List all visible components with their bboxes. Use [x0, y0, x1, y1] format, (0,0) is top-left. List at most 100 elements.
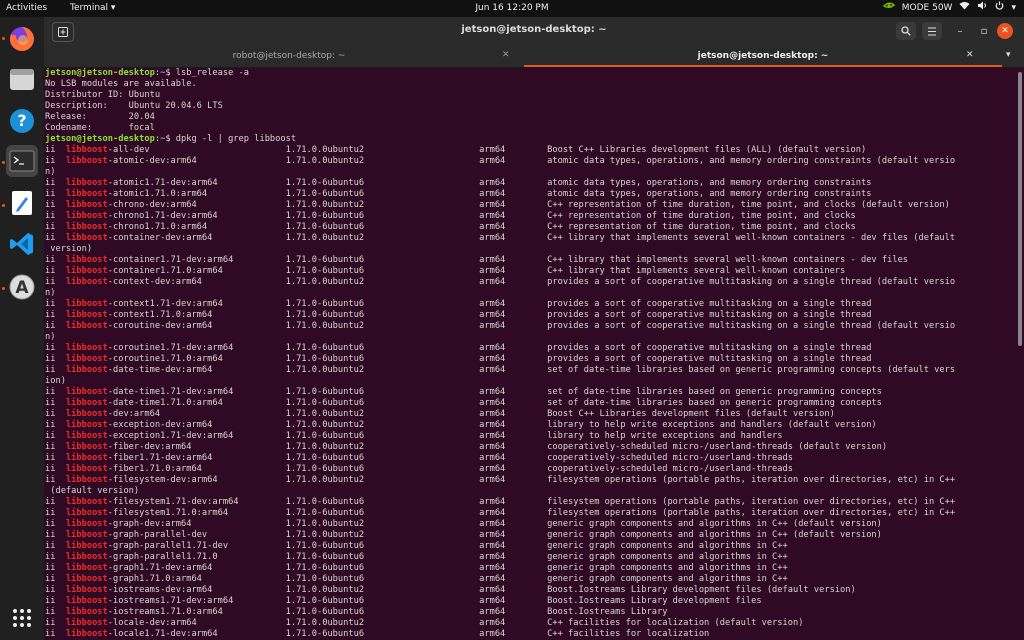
package-row: ii libboost-context-dev:arm64 1.71.0.0ub…: [45, 277, 956, 287]
system-tray[interactable]: MODE 50W ▾: [882, 0, 1016, 17]
package-prefix: libboost: [65, 409, 108, 419]
firefox-icon[interactable]: [6, 23, 38, 55]
package-name: -container1.71.0:arm64: [107, 266, 286, 276]
package-row-wrap: n): [44, 332, 1020, 343]
command-text: dpkg -l | grep libboost: [170, 134, 297, 144]
wifi-icon: [959, 0, 970, 17]
output-line: Codename: focal: [44, 123, 1020, 134]
package-version: 1.71.0.0ubuntu2: [285, 233, 480, 243]
package-prefix: libboost: [65, 596, 108, 606]
maximize-button[interactable]: ▫: [974, 22, 994, 40]
package-version: 1.71.0-6ubuntu6: [285, 222, 480, 232]
package-prefix: libboost: [65, 222, 108, 232]
package-arch: arm64: [479, 420, 548, 430]
show-applications-icon[interactable]: [6, 602, 38, 634]
prompt-path: ~: [160, 68, 166, 78]
package-prefix: libboost: [65, 541, 108, 551]
output-text: No LSB modules are available.: [45, 79, 197, 89]
output-line: No LSB modules are available.: [44, 79, 1020, 90]
clock[interactable]: Jun 16 12:20 PM: [475, 3, 548, 13]
search-button[interactable]: [896, 22, 916, 40]
package-desc: atomic data types, operations, and memor…: [547, 156, 956, 166]
header-bar: jetson@jetson-desktop: ~ – ▫ ✕: [44, 17, 1024, 45]
package-row: ii libboost-date-time1.71.0:arm64 1.71.0…: [45, 398, 882, 408]
files-icon[interactable]: [6, 63, 38, 95]
package-row: ii libboost-chrono1.71-dev:arm64 1.71.0-…: [45, 211, 856, 221]
package-prefix: libboost: [65, 530, 108, 540]
close-button[interactable]: ✕: [997, 23, 1013, 39]
package-version: 1.71.0-6ubuntu6: [285, 464, 480, 474]
package-version: 1.71.0-6ubuntu6: [285, 266, 480, 276]
prompt-user: jetson@jetson-desktop: [45, 134, 155, 144]
help-icon[interactable]: ?: [6, 105, 38, 137]
package-row-wrap: ion): [44, 376, 1020, 387]
package-version: 1.71.0-6ubuntu6: [285, 596, 480, 606]
minimize-button[interactable]: –: [950, 22, 970, 40]
package-arch: arm64: [479, 178, 548, 188]
output-text: Description: Ubuntu 20.04.6 LTS: [45, 101, 223, 111]
software-updater-icon[interactable]: A: [6, 271, 38, 303]
package-desc: generic graph components and algorithms …: [547, 574, 788, 584]
package-prefix: libboost: [65, 200, 108, 210]
package-row: ii libboost-locale-dev:arm64 1.71.0.0ubu…: [45, 618, 804, 628]
chevron-down-icon: ▾: [1011, 3, 1016, 13]
package-arch: arm64: [479, 409, 548, 419]
nvidia-icon: [882, 0, 895, 17]
package-name: -container1.71-dev:arm64: [107, 255, 286, 265]
tab-label: jetson@jetson-desktop: ~: [697, 51, 829, 61]
package-prefix: libboost: [65, 574, 108, 584]
package-prefix: libboost: [65, 497, 108, 507]
tabs-menu-icon[interactable]: ▾: [1006, 50, 1011, 60]
vscode-icon[interactable]: [6, 228, 38, 260]
scrollbar[interactable]: [1018, 72, 1022, 346]
package-arch: arm64: [479, 266, 548, 276]
package-name: -fiber-dev:arm64: [107, 442, 286, 452]
power-mode-label[interactable]: MODE 50W: [902, 0, 953, 17]
package-arch: arm64: [479, 200, 548, 210]
package-prefix: libboost: [65, 552, 108, 562]
package-version: 1.71.0-6ubuntu6: [285, 541, 480, 551]
package-version: 1.71.0-6ubuntu6: [285, 431, 480, 441]
package-prefix: libboost: [65, 343, 108, 353]
package-row: ii libboost-exception-dev:arm64 1.71.0.0…: [45, 420, 877, 430]
package-desc-wrap: ion): [45, 376, 66, 386]
package-name: -filesystem1.71-dev:arm64: [107, 497, 286, 507]
text-editor-icon[interactable]: [6, 187, 38, 219]
package-name: -date-time1.71-dev:arm64: [107, 387, 286, 397]
package-prefix: libboost: [65, 508, 108, 518]
package-version: 1.71.0-6ubuntu6: [285, 497, 480, 507]
package-arch: arm64: [479, 255, 548, 265]
output-text: Distributor ID: Ubuntu: [45, 90, 161, 100]
terminal-window: jetson@jetson-desktop: ~ – ▫ ✕ robot@jet…: [44, 17, 1024, 640]
package-row: ii libboost-graph-parallel-dev 1.71.0.0u…: [45, 530, 882, 540]
tab-close-icon[interactable]: ✕: [966, 50, 974, 60]
menu-button[interactable]: [922, 22, 942, 40]
package-row: ii libboost-chrono1.71.0:arm64 1.71.0-6u…: [45, 222, 856, 232]
package-version: 1.71.0-6ubuntu6: [285, 574, 480, 584]
command-text: lsb_release -a: [170, 68, 250, 78]
package-row: ii libboost-coroutine-dev:arm64 1.71.0.0…: [45, 321, 956, 331]
package-prefix: libboost: [65, 431, 108, 441]
package-arch: arm64: [479, 310, 548, 320]
terminal-icon[interactable]: [6, 145, 38, 177]
terminal-output[interactable]: jetson@jetson-desktop:~$ lsb_release -a N…: [44, 68, 1020, 640]
tab-jetson[interactable]: jetson@jetson-desktop: ~: [524, 45, 1002, 67]
package-arch: arm64: [479, 442, 548, 452]
package-desc: library to help write exceptions and han…: [547, 420, 877, 430]
package-arch: arm64: [479, 508, 548, 518]
package-name: -graph-parallel1.71.0: [107, 552, 286, 562]
running-indicator: [2, 287, 5, 290]
package-prefix: libboost: [65, 277, 108, 287]
package-desc: atomic data types, operations, and memor…: [547, 178, 872, 188]
package-name: -fiber1.71.0:arm64: [107, 464, 286, 474]
package-prefix: libboost: [65, 211, 108, 221]
tab-close-icon[interactable]: ✕: [502, 50, 510, 60]
package-arch: arm64: [479, 222, 548, 232]
package-desc: set of date-time libraries based on gene…: [547, 398, 882, 408]
package-row: ii libboost-context1.71-dev:arm64 1.71.0…: [45, 299, 872, 309]
package-name: -atomic1.71-dev:arm64: [107, 178, 286, 188]
tab-robot[interactable]: robot@jetson-desktop: ~: [44, 45, 534, 67]
package-desc: atomic data types, operations, and memor…: [547, 189, 872, 199]
package-arch: arm64: [479, 365, 548, 375]
package-prefix: libboost: [65, 233, 108, 243]
